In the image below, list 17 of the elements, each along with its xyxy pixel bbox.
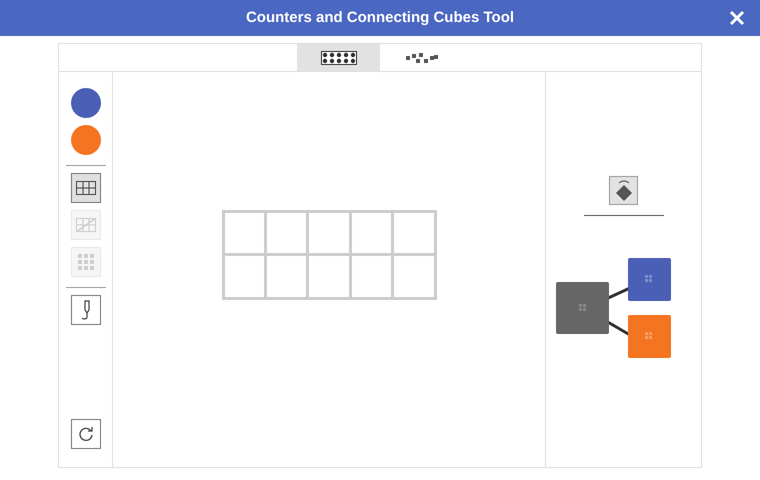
grid-icon: [76, 181, 96, 195]
counter-button[interactable]: [70, 88, 100, 118]
close-icon: [729, 10, 745, 26]
tool-button[interactable]: [70, 173, 100, 203]
counter-button[interactable]: [70, 125, 100, 155]
tool-button[interactable]: [70, 295, 100, 325]
rotate-button[interactable]: [609, 176, 638, 205]
close-button[interactable]: [728, 9, 746, 27]
reset-button[interactable]: [70, 419, 100, 449]
crossed-grid-icon: [76, 218, 96, 232]
scattered-squares-icon: [406, 52, 438, 64]
reset-icon: [78, 426, 94, 442]
ten-frame-icon: [320, 50, 356, 64]
window-title: Counters and Connecting Cubes Tool: [246, 8, 514, 28]
dot-grid-icon: [78, 254, 94, 270]
tab[interactable]: [297, 44, 380, 71]
pen-icon: [80, 300, 92, 320]
